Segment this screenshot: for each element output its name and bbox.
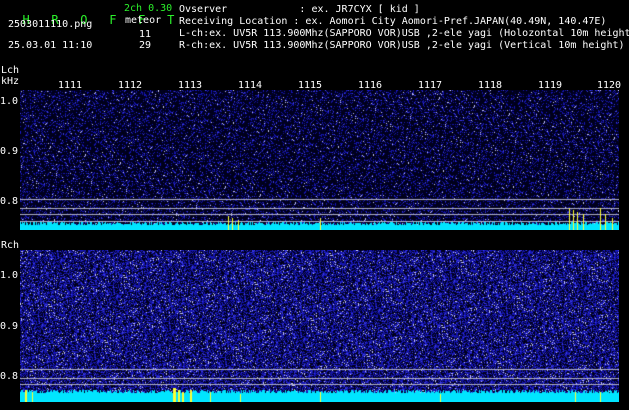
mode-label: 2ch 0.30 — [124, 3, 173, 14]
lch-y-tick: 1.0 — [0, 96, 19, 107]
title-letter: T — [167, 13, 175, 27]
rch-y-tick: 1.0 — [0, 270, 19, 281]
lch-spectrogram — [20, 90, 619, 230]
rch-label: Rch — [1, 240, 20, 251]
lch-y-tick: 0.8 — [0, 196, 19, 207]
rch-waterfall-canvas — [20, 250, 619, 402]
lch-waterfall-canvas — [20, 90, 619, 230]
lch-unit: kHz — [1, 76, 20, 87]
observer-line: Ovserver : ex. JR7CYX [ kid ] — [179, 4, 420, 15]
location-line: Receiving Location : ex. Aomori City Aom… — [179, 16, 607, 27]
lch-desc-line: L-ch:ex. UV5R 113.900Mhz(SAPPORO VOR)USB… — [179, 28, 629, 39]
rch-desc-line: R-ch:ex. UV5R 113.900Mhz(SAPPORO VOR)USB… — [179, 40, 625, 51]
lch-label: Lch — [1, 65, 20, 76]
lch-y-tick: 0.9 — [0, 146, 19, 157]
datetime-label: 25.03.01 11:10 — [8, 40, 93, 51]
rch-count: 29 — [139, 40, 152, 51]
filename-label: 2503011110.png — [8, 19, 93, 30]
rch-y-tick: 0.8 — [0, 371, 19, 382]
lch-count: 11 — [139, 29, 152, 40]
rch-spectrogram — [20, 250, 619, 402]
title-letter: F — [109, 13, 117, 27]
rch-y-tick: 0.9 — [0, 321, 19, 332]
meteor-label: meteor — [125, 15, 162, 26]
